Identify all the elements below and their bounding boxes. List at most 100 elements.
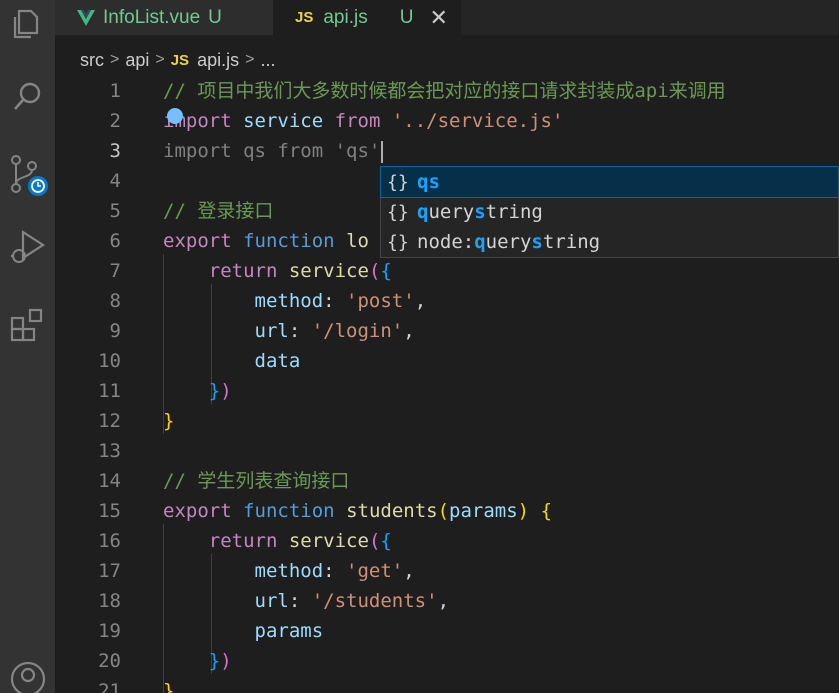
account-icon[interactable]	[0, 655, 55, 693]
code-line[interactable]: 11 })	[55, 376, 839, 406]
code-text: }	[163, 676, 174, 693]
code-token: function	[243, 230, 335, 252]
code-token: }	[163, 680, 175, 693]
code-text: data	[163, 346, 301, 376]
code-token: (	[368, 530, 381, 552]
explorer-icon[interactable]	[0, 0, 55, 48]
code-token: {	[540, 500, 553, 522]
line-number: 3	[109, 140, 121, 162]
code-line[interactable]: 18 url: '/students',	[55, 586, 839, 616]
vue-file-icon	[77, 9, 95, 26]
code-line[interactable]: 3 import qs from 'qs'	[55, 136, 839, 166]
line-number: 19	[98, 620, 121, 642]
code-text: return service({	[163, 256, 392, 286]
breadcrumb-item[interactable]: src	[80, 50, 104, 71]
code-line[interactable]: 1 // 项目中我们大多数时候都会把对应的接口请求封装成api来调用	[55, 76, 839, 106]
line-number: 21	[98, 680, 121, 693]
code-token: }	[208, 380, 221, 402]
code-token: method	[254, 290, 324, 312]
tab-label: api.js	[323, 6, 368, 28]
suggestion-label: querystring	[417, 201, 543, 223]
code-text: // 项目中我们大多数时候都会把对应的接口请求封装成api来调用	[163, 76, 726, 106]
code-line[interactable]: 7 return service({	[55, 256, 839, 286]
code-token: {	[380, 260, 392, 282]
code-line[interactable]: 20 })	[55, 646, 839, 676]
line-number: 4	[109, 170, 121, 192]
code-token: (	[437, 500, 450, 522]
run-debug-icon[interactable]	[0, 222, 55, 270]
chevron-right-icon: >	[245, 51, 255, 68]
code-token: // 项目中我们大多数时候都会把对应的接口请求封装成api来调用	[163, 80, 726, 102]
code-token: {	[380, 530, 392, 552]
code-line[interactable]: 8 method: 'post',	[55, 286, 839, 316]
line-number: 7	[109, 260, 121, 282]
code-token: // 学生列表查询接口	[163, 470, 350, 492]
code-token: return	[208, 530, 278, 552]
tab-infolist-vue[interactable]: InfoList.vue U	[55, 0, 273, 35]
text-cursor	[381, 140, 384, 163]
code-line[interactable]: 21}	[55, 676, 839, 693]
suggestion-item[interactable]: {} node:querystring	[381, 227, 838, 257]
code-line[interactable]: 9 url: '/login',	[55, 316, 839, 346]
code-text: import service from '../service.js'	[163, 106, 563, 136]
line-number: 11	[98, 380, 121, 402]
tab-api-js[interactable]: JS api.js U ✕	[273, 0, 461, 35]
code-text: }	[163, 406, 174, 436]
code-token: params	[449, 500, 518, 522]
source-control-icon[interactable]	[0, 152, 55, 200]
code-token: params	[254, 620, 324, 642]
close-icon[interactable]: ✕	[429, 6, 447, 29]
extensions-icon[interactable]	[0, 300, 55, 348]
code-token: )	[517, 500, 530, 522]
code-token: export	[163, 230, 232, 252]
code-token: return	[208, 260, 278, 282]
code-text: export function students(params) {	[163, 496, 552, 526]
suggestion-label: node:querystring	[417, 231, 600, 253]
suggestion-item[interactable]: {} querystring	[381, 197, 838, 227]
code-text: // 登录接口	[163, 196, 273, 226]
suggestion-label-part: s	[531, 231, 543, 253]
code-line[interactable]: 19 params	[55, 616, 839, 646]
code-line[interactable]: 16 return service({	[55, 526, 839, 556]
code-line[interactable]: 10 data	[55, 346, 839, 376]
lightbulb-icon[interactable]	[167, 108, 183, 124]
breadcrumb-item[interactable]: ...	[260, 50, 275, 71]
code-token: (	[368, 260, 381, 282]
suggestion-label-part: uery	[428, 201, 475, 223]
breadcrumb-item[interactable]: api.js	[197, 50, 239, 71]
breadcrumb-item[interactable]: api	[125, 50, 149, 71]
suggestion-label-part: q	[417, 201, 429, 223]
code-token: :	[323, 560, 347, 582]
suggestion-label-part: node:	[417, 231, 475, 253]
code-line[interactable]: 15 export function students(params) {	[55, 496, 839, 526]
code-line[interactable]: 13	[55, 436, 839, 466]
suggestion-item[interactable]: {} qs	[380, 166, 839, 198]
search-icon[interactable]	[0, 72, 55, 120]
suggestion-label-part: q	[474, 231, 486, 253]
module-icon: {}	[387, 171, 409, 193]
breadcrumb: src > api > JS api.js > ...	[80, 46, 275, 74]
code-token: ,	[403, 560, 415, 582]
line-number: 16	[98, 530, 121, 552]
code-token: students	[346, 500, 438, 522]
code-token: 'post'	[346, 290, 415, 312]
code-line[interactable]: 12}	[55, 406, 839, 436]
code-token: data	[254, 350, 301, 372]
code-line[interactable]: 17 method: 'get',	[55, 556, 839, 586]
code-token: lo	[346, 230, 369, 252]
code-text: import qs from 'qs'	[163, 136, 384, 166]
code-line[interactable]: 14 // 学生列表查询接口	[55, 466, 839, 496]
line-number: 12	[98, 410, 121, 432]
code-token: ,	[437, 590, 450, 612]
